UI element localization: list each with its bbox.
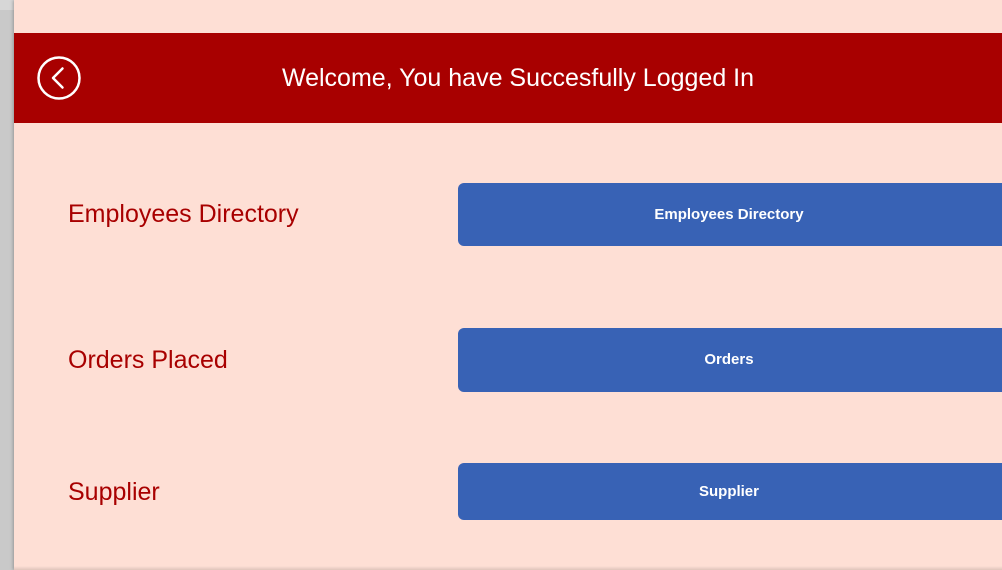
supplier-label: Supplier — [68, 478, 160, 506]
employees-directory-label: Employees Directory — [68, 200, 299, 228]
app-window: Welcome, You have Succesfully Logged In … — [0, 0, 1002, 570]
back-button[interactable] — [36, 55, 82, 101]
chevron-left-circle-icon — [37, 56, 81, 100]
employees-directory-button[interactable]: Employees Directory — [458, 183, 1002, 246]
bottom-edge — [14, 566, 1002, 570]
supplier-button[interactable]: Supplier — [458, 463, 1002, 520]
app-screen: Welcome, You have Succesfully Logged In … — [14, 0, 1002, 570]
orders-placed-label: Orders Placed — [68, 346, 228, 374]
screen-top-area — [14, 0, 1002, 33]
orders-button[interactable]: Orders — [458, 328, 1002, 392]
header-bar: Welcome, You have Succesfully Logged In — [14, 33, 1002, 123]
page-title: Welcome, You have Succesfully Logged In — [281, 64, 755, 92]
